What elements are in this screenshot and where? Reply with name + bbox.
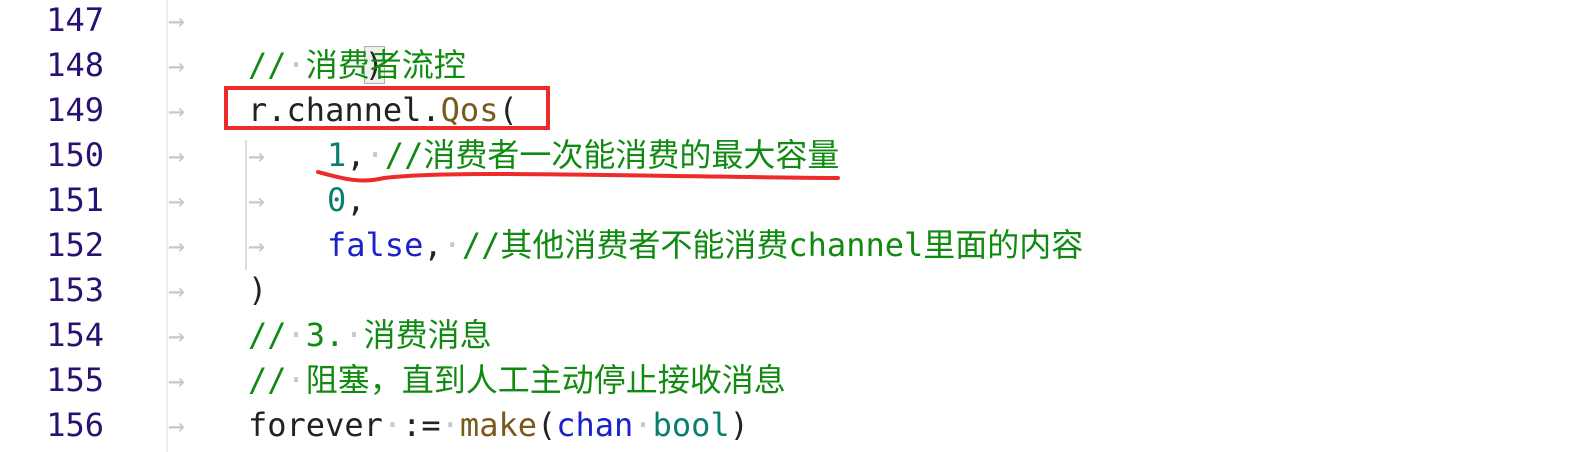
annotation-underline <box>316 170 840 183</box>
code-editor[interactable]: 147 → ) 148 → //·消费者流控 149 → r.channel.Q… <box>0 0 1584 452</box>
